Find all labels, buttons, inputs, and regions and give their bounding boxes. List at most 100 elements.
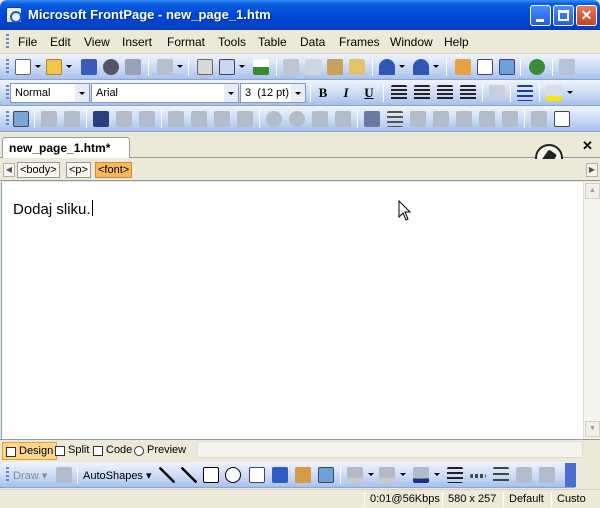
arrow-button[interactable] — [180, 466, 198, 484]
italic-button[interactable]: I — [337, 84, 355, 102]
view-tab-design[interactable]: Design — [2, 442, 58, 460]
font-color-button[interactable] — [412, 466, 430, 484]
page-content[interactable]: Dodaj sliku. — [13, 200, 93, 218]
font-select[interactable]: Arial — [91, 83, 239, 103]
chevron-down-icon[interactable] — [433, 65, 439, 68]
menu-tools[interactable]: Tools — [218, 35, 246, 49]
save-button[interactable] — [80, 58, 98, 76]
select-button[interactable] — [530, 110, 548, 128]
tag-body[interactable]: <body> — [17, 162, 60, 178]
set-transparent-color-button[interactable] — [432, 110, 450, 128]
text-button[interactable] — [40, 110, 58, 128]
title-bar[interactable]: Microsoft FrontPage - new_page_1.htm ✕ — [0, 0, 600, 30]
line-button[interactable] — [158, 466, 176, 484]
menu-frames[interactable]: Frames — [339, 35, 380, 49]
design-editor[interactable]: Dodaj sliku. — [1, 182, 583, 439]
page-size[interactable]: 580 x 257 — [448, 493, 496, 505]
align-left-button[interactable] — [390, 84, 408, 102]
print-button[interactable] — [196, 58, 214, 76]
bullets-button[interactable] — [516, 84, 534, 102]
toolbar-overflow-icon[interactable] — [565, 463, 576, 487]
menu-data[interactable]: Data — [300, 35, 325, 49]
view-tab-code[interactable]: Code — [90, 442, 135, 460]
resample-button[interactable] — [501, 110, 519, 128]
chevron-down-icon[interactable] — [66, 65, 72, 68]
line-color-button[interactable] — [378, 466, 396, 484]
clip-art-button[interactable] — [294, 466, 312, 484]
toolbar-grip-icon[interactable] — [6, 59, 9, 75]
more-contrast-button[interactable] — [265, 110, 283, 128]
rendering-mode[interactable]: Default — [509, 493, 544, 505]
format-painter-button[interactable] — [348, 58, 366, 76]
view-tab-split[interactable]: Split — [52, 442, 92, 460]
rectangle-button[interactable] — [202, 466, 220, 484]
text-box-button[interactable] — [248, 466, 266, 484]
download-time[interactable]: 0:01@56Kbps — [370, 493, 440, 505]
line-style-button[interactable] — [386, 110, 404, 128]
send-backward-button[interactable] — [138, 110, 156, 128]
menu-insert[interactable]: Insert — [122, 35, 152, 49]
minimize-button[interactable] — [530, 5, 551, 26]
draw-menu-button[interactable]: Draw ▾ — [13, 469, 47, 482]
shadow-style-button[interactable] — [515, 466, 533, 484]
arrow-style-button[interactable] — [492, 466, 510, 484]
insert-picture-from-file-button[interactable] — [12, 110, 30, 128]
line-style-button[interactable] — [446, 466, 464, 484]
copy-button[interactable] — [304, 58, 322, 76]
less-contrast-button[interactable] — [288, 110, 306, 128]
spelling-button[interactable] — [252, 58, 270, 76]
chevron-down-icon[interactable] — [239, 65, 245, 68]
justify-button[interactable] — [459, 84, 477, 102]
toolbar-grip-icon[interactable] — [6, 85, 9, 101]
chevron-down-icon[interactable] — [567, 91, 573, 94]
bring-forward-button[interactable] — [115, 110, 133, 128]
toolbar-grip-icon[interactable] — [6, 111, 9, 127]
toolbar-grip-icon[interactable] — [6, 467, 9, 483]
tag-scroll-left-icon[interactable]: ◀ — [3, 163, 15, 177]
publish-button[interactable] — [124, 58, 142, 76]
3d-style-button[interactable] — [538, 466, 556, 484]
chevron-down-icon[interactable] — [177, 65, 183, 68]
close-button[interactable]: ✕ — [576, 5, 597, 26]
menu-file[interactable]: File — [18, 35, 37, 49]
toolbar-grip-icon[interactable] — [6, 34, 9, 50]
rotate-right-button[interactable] — [190, 110, 208, 128]
chevron-down-icon[interactable] — [75, 84, 89, 102]
auto-thumbnail-button[interactable] — [63, 110, 81, 128]
redo-button[interactable] — [412, 58, 430, 76]
undo-button[interactable] — [378, 58, 396, 76]
menu-view[interactable]: View — [84, 35, 110, 49]
less-brightness-button[interactable] — [334, 110, 352, 128]
picture-button[interactable] — [317, 466, 335, 484]
style-select[interactable]: Normal — [10, 83, 90, 103]
color-button[interactable] — [455, 110, 473, 128]
autoshapes-menu-button[interactable]: AutoShapes ▾ — [83, 469, 152, 482]
center-button[interactable] — [413, 84, 431, 102]
chevron-down-icon[interactable] — [434, 473, 440, 476]
paste-button[interactable] — [326, 58, 344, 76]
chevron-down-icon[interactable] — [224, 84, 238, 102]
menu-window[interactable]: Window — [390, 35, 433, 49]
horizontal-scrollbar[interactable] — [197, 441, 583, 458]
fill-color-button[interactable] — [346, 466, 364, 484]
oval-button[interactable] — [224, 466, 242, 484]
align-right-button[interactable] — [436, 84, 454, 102]
wordart-button[interactable] — [271, 466, 289, 484]
cut-button[interactable] — [282, 58, 300, 76]
menu-table[interactable]: Table — [258, 35, 287, 49]
menu-format[interactable]: Format — [167, 35, 205, 49]
menu-help[interactable]: Help — [444, 35, 469, 49]
maximize-button[interactable] — [553, 5, 574, 26]
insert-picture-button[interactable] — [498, 58, 516, 76]
crop-button[interactable] — [363, 110, 381, 128]
frontpage-app-icon[interactable] — [6, 7, 22, 23]
font-size-select[interactable]: 3 (12 pt) — [240, 83, 306, 103]
view-tab-preview[interactable]: Preview — [131, 442, 189, 460]
open-button[interactable] — [45, 58, 63, 76]
position-absolutely-button[interactable] — [92, 110, 110, 128]
dash-style-button[interactable] — [469, 466, 487, 484]
flip-vertical-button[interactable] — [236, 110, 254, 128]
scroll-down-icon[interactable]: ▼ — [585, 421, 600, 437]
rotate-left-button[interactable] — [167, 110, 185, 128]
rectangular-hotspot-button[interactable] — [553, 110, 571, 128]
